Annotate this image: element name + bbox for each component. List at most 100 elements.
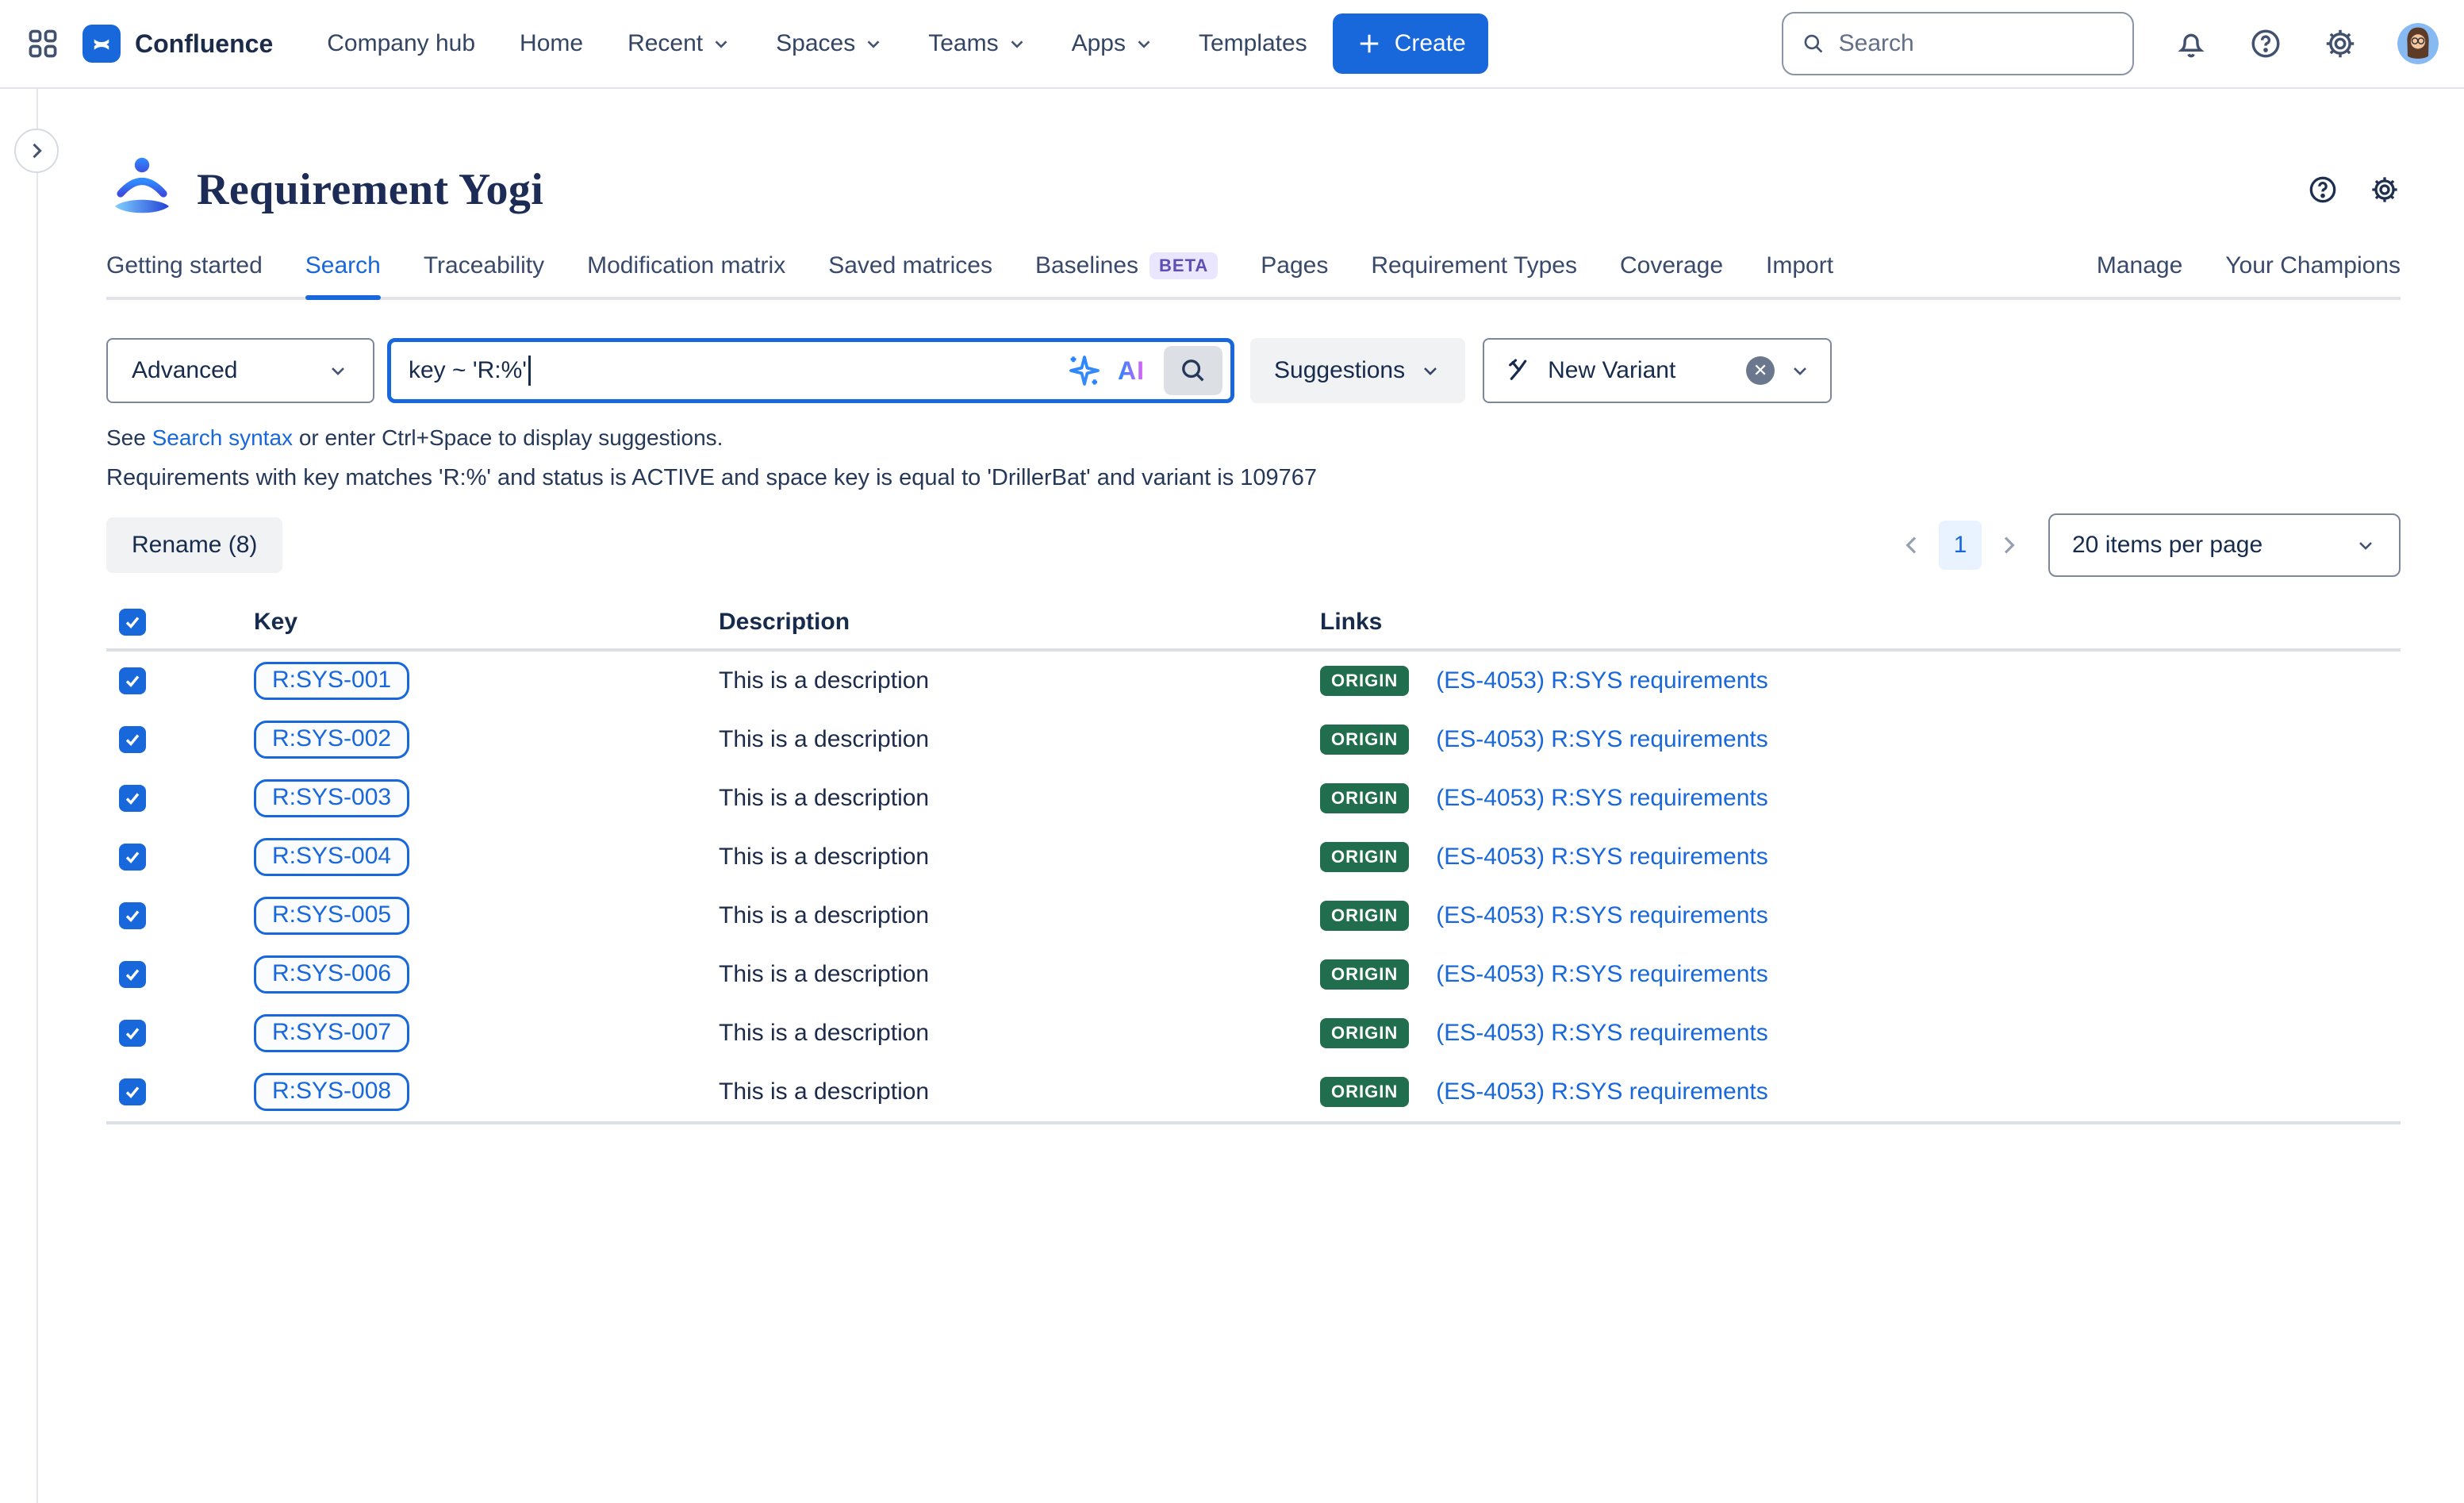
table-row: R:SYS-004 This is a description ORIGIN(E… (106, 828, 2401, 886)
row-checkbox[interactable] (119, 1020, 146, 1047)
requirement-key-pill[interactable]: R:SYS-002 (254, 721, 409, 759)
chevron-right-icon (25, 140, 48, 162)
requirement-description: This is a description (719, 902, 1320, 929)
chevron-down-icon (863, 33, 884, 54)
row-checkbox[interactable] (119, 902, 146, 929)
nav-item-home[interactable]: Home (520, 30, 583, 57)
row-checkbox[interactable] (119, 844, 146, 871)
global-navbar: Confluence Company hub Home Recent Space… (0, 0, 2464, 89)
requirement-key-pill[interactable]: R:SYS-001 (254, 662, 409, 700)
page-number[interactable]: 1 (1939, 521, 1982, 570)
ai-sparkle-icon[interactable] (1065, 352, 1103, 390)
requirement-description: This is a description (719, 961, 1320, 988)
row-checkbox[interactable] (119, 726, 146, 753)
tab-pages[interactable]: Pages (1261, 252, 1328, 297)
origin-badge: ORIGIN (1320, 1077, 1409, 1107)
requirement-link[interactable]: (ES-4053) R:SYS requirements (1436, 961, 1768, 988)
requirement-key-pill[interactable]: R:SYS-003 (254, 779, 409, 817)
nav-item-teams[interactable]: Teams (928, 30, 1027, 57)
chevron-down-icon (1134, 33, 1154, 54)
prev-page-icon[interactable] (1899, 532, 1925, 558)
sidebar-divider (36, 89, 38, 1503)
tab-search[interactable]: Search (305, 252, 381, 297)
app-settings-gear-icon[interactable] (2369, 174, 2401, 206)
tab-saved-matrices[interactable]: Saved matrices (828, 252, 992, 297)
tab-requirement-types[interactable]: Requirement Types (1371, 252, 1577, 297)
app-tabs: Getting started Search Traceability Modi… (106, 252, 2401, 300)
requirement-key-pill[interactable]: R:SYS-006 (254, 955, 409, 994)
global-search-input[interactable] (1839, 30, 2115, 57)
tab-getting-started[interactable]: Getting started (106, 252, 263, 297)
beta-badge: BETA (1149, 252, 1218, 279)
table-row: R:SYS-002 This is a description ORIGIN(E… (106, 710, 2401, 769)
select-all-checkbox[interactable] (119, 609, 146, 636)
nav-item-spaces[interactable]: Spaces (776, 30, 884, 57)
column-header-description: Description (719, 609, 1320, 636)
nav-item-templates[interactable]: Templates (1199, 30, 1307, 57)
requirement-key-pill[interactable]: R:SYS-005 (254, 897, 409, 935)
confluence-window: Confluence Company hub Home Recent Space… (0, 0, 2464, 1503)
create-button[interactable]: Create (1333, 13, 1488, 74)
items-per-page-select[interactable]: 20 items per page (2048, 513, 2401, 577)
variant-fork-icon (1503, 356, 1533, 386)
origin-badge: ORIGIN (1320, 1018, 1409, 1048)
table-body: R:SYS-001 This is a description ORIGIN (E… (106, 652, 2401, 1124)
requirement-link[interactable]: (ES-4053) R:SYS requirements (1436, 785, 1768, 812)
variant-value: New Variant (1548, 357, 1732, 384)
row-checkbox[interactable] (119, 1078, 146, 1105)
results-toolbar: Rename (8) 1 20 items per page (106, 513, 2401, 577)
row-checkbox[interactable] (119, 961, 146, 988)
origin-badge: ORIGIN (1320, 666, 1409, 696)
sidebar-expand-button[interactable] (14, 129, 59, 173)
settings-gear-icon[interactable] (2323, 26, 2358, 61)
requirement-link[interactable]: (ES-4053) R:SYS requirements (1436, 1078, 1768, 1105)
tab-manage[interactable]: Manage (2097, 252, 2182, 297)
search-controls: Advanced key ~ 'R:%' AI Suggestions (106, 338, 2401, 403)
requirement-key-pill[interactable]: R:SYS-008 (254, 1073, 409, 1111)
tab-import[interactable]: Import (1766, 252, 1833, 297)
row-checkbox[interactable] (119, 785, 146, 812)
requirement-yogi-logo (106, 154, 178, 225)
nav-item-company-hub[interactable]: Company hub (327, 30, 475, 57)
notifications-bell-icon[interactable] (2174, 26, 2209, 61)
confluence-logo-icon[interactable] (83, 25, 121, 63)
requirement-key-pill[interactable]: R:SYS-004 (254, 838, 409, 876)
clear-variant-icon[interactable]: ✕ (1746, 356, 1775, 385)
tab-traceability[interactable]: Traceability (424, 252, 544, 297)
nav-item-recent[interactable]: Recent (628, 30, 731, 57)
requirement-link[interactable]: (ES-4053) R:SYS requirements (1436, 1020, 1768, 1047)
app-switcher-icon[interactable] (25, 26, 60, 61)
tab-your-champions[interactable]: Your Champions (2225, 252, 2401, 297)
rename-button[interactable]: Rename (8) (106, 517, 282, 573)
run-search-button[interactable] (1164, 346, 1222, 395)
table-row: R:SYS-001 This is a description ORIGIN(E… (106, 652, 2401, 710)
requirement-link[interactable]: (ES-4053) R:SYS requirements (1436, 726, 1768, 753)
requirement-link[interactable]: (ES-4053) R:SYS requirements (1436, 667, 1768, 694)
requirement-link[interactable]: (ES-4053) R:SYS requirements (1436, 902, 1768, 929)
next-page-icon[interactable] (1996, 532, 2021, 558)
user-avatar[interactable] (2397, 23, 2439, 64)
search-syntax-link[interactable]: Search syntax (152, 425, 293, 450)
search-mode-select[interactable]: Advanced (106, 338, 374, 403)
suggestions-button[interactable]: Suggestions (1250, 338, 1465, 403)
nav-item-apps[interactable]: Apps (1072, 30, 1154, 57)
query-input[interactable]: key ~ 'R:%' AI (387, 338, 1234, 403)
requirement-description: This is a description (719, 844, 1320, 871)
tab-coverage[interactable]: Coverage (1620, 252, 1723, 297)
ai-button[interactable]: AI (1118, 356, 1145, 386)
app-help-icon[interactable] (2307, 174, 2339, 206)
origin-badge: ORIGIN (1320, 725, 1409, 755)
requirement-link[interactable]: (ES-4053) R:SYS requirements (1436, 844, 1768, 871)
table-header-row: Key Description Links (106, 596, 2401, 652)
navbar-right (1782, 12, 2439, 75)
requirement-key-pill[interactable]: R:SYS-007 (254, 1014, 409, 1052)
variant-select[interactable]: New Variant ✕ (1483, 338, 1832, 403)
product-name[interactable]: Confluence (135, 29, 273, 59)
requirement-description: This is a description (719, 1020, 1320, 1047)
row-checkbox[interactable] (119, 667, 146, 694)
global-search[interactable] (1782, 12, 2134, 75)
tab-baselines[interactable]: BaselinesBETA (1035, 252, 1218, 297)
tab-modification-matrix[interactable]: Modification matrix (587, 252, 785, 297)
table-row: R:SYS-006 This is a description ORIGIN(E… (106, 945, 2401, 1004)
help-icon[interactable] (2248, 26, 2283, 61)
